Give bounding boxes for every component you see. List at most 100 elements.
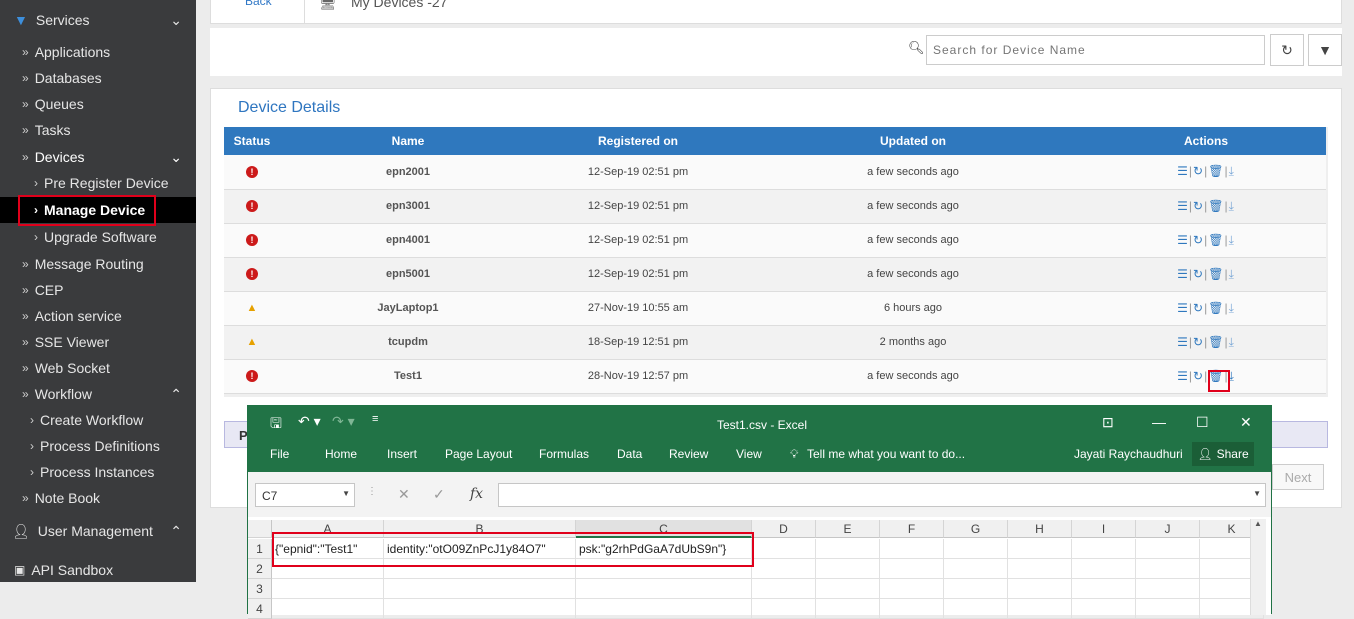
device-name[interactable]: epn2001 <box>280 155 536 190</box>
sidebar-item-upgrade-software[interactable]: › Upgrade Software <box>0 224 196 250</box>
grid-cell[interactable] <box>880 559 944 579</box>
trash-icon[interactable]: 🗑︎ <box>1208 335 1224 349</box>
trash-icon[interactable]: 🗑︎ <box>1208 233 1224 247</box>
sidebar-item-tasks[interactable]: » Tasks <box>0 117 196 143</box>
row-header-4[interactable]: 4 <box>248 599 272 619</box>
sidebar-item-message-routing[interactable]: » Message Routing <box>0 251 196 277</box>
column-header-d[interactable]: D <box>752 520 816 538</box>
customize-icon[interactable]: ≡ <box>372 413 378 425</box>
maximize-icon[interactable]: ☐ <box>1196 414 1209 431</box>
grid-cell[interactable] <box>944 599 1008 619</box>
device-name[interactable]: epn3001 <box>280 189 536 224</box>
device-name[interactable]: JayLaptop1 <box>280 291 536 326</box>
search-input[interactable] <box>926 35 1265 65</box>
vertical-scrollbar[interactable]: ▲ <box>1250 519 1266 615</box>
trash-icon[interactable]: 🗑︎ <box>1208 199 1224 213</box>
list-icon[interactable]: ☰ <box>1177 199 1189 213</box>
device-name[interactable]: epn5001 <box>280 257 536 292</box>
refresh-icon[interactable]: ↻ <box>1193 267 1204 281</box>
refresh-icon[interactable]: ↻ <box>1193 233 1204 247</box>
grid-cell[interactable] <box>1136 559 1200 579</box>
column-header-name[interactable]: Name <box>280 127 536 155</box>
row-header-3[interactable]: 3 <box>248 579 272 599</box>
column-header-updated[interactable]: Updated on <box>740 127 1086 155</box>
sidebar-item-user-management[interactable]: 👤︎ User Management ⌃ <box>0 513 196 549</box>
sidebar-item-databases[interactable]: » Databases <box>0 65 196 91</box>
grid-cell[interactable] <box>880 599 944 619</box>
menu-review[interactable]: Review <box>669 447 708 461</box>
grid-cell[interactable] <box>1072 539 1136 559</box>
device-name[interactable]: epn4001 <box>280 223 536 258</box>
column-header-registered[interactable]: Registered on <box>536 127 740 155</box>
grid-cell[interactable] <box>944 539 1008 559</box>
sidebar-item-process-instances[interactable]: › Process Instances <box>0 459 196 485</box>
grid-cell[interactable] <box>752 579 816 599</box>
list-icon[interactable]: ☰ <box>1177 233 1189 247</box>
column-header-i[interactable]: I <box>1072 520 1136 538</box>
download-icon[interactable]: ⤓ <box>1229 267 1235 281</box>
column-header-status[interactable]: Status <box>224 127 280 155</box>
grid-cell[interactable] <box>1072 599 1136 619</box>
sidebar-item-pre-register-device[interactable]: › Pre Register Device <box>0 170 196 196</box>
grid-cell[interactable] <box>752 559 816 579</box>
sidebar-item-action-service[interactable]: » Action service <box>0 303 196 329</box>
minimize-icon[interactable]: — <box>1152 414 1166 430</box>
grid-cell[interactable] <box>576 599 752 619</box>
sidebar-services-header[interactable]: ▼ Services ⌄ <box>0 2 196 38</box>
grid-cell[interactable] <box>272 579 384 599</box>
column-header-j[interactable]: J <box>1136 520 1200 538</box>
grid-cell[interactable] <box>880 579 944 599</box>
enter-icon[interactable]: ✓ <box>433 486 445 503</box>
grid-cell[interactable] <box>384 579 576 599</box>
select-all-corner[interactable] <box>248 520 272 538</box>
sidebar-item-web-socket[interactable]: » Web Socket <box>0 355 196 381</box>
menu-home[interactable]: Home <box>325 447 357 461</box>
grid-cell[interactable] <box>880 539 944 559</box>
grid-cell[interactable] <box>816 599 880 619</box>
close-icon[interactable]: ✕ <box>1240 414 1252 431</box>
grid-cell[interactable] <box>576 579 752 599</box>
refresh-icon[interactable]: ↻ <box>1193 301 1204 315</box>
grid-cell[interactable] <box>816 539 880 559</box>
grid-cell[interactable] <box>752 599 816 619</box>
trash-icon[interactable]: 🗑︎ <box>1208 164 1224 178</box>
share-button[interactable]: 👤︎ Share <box>1192 442 1254 466</box>
grid-cell[interactable] <box>1136 539 1200 559</box>
refresh-icon[interactable]: ↻ <box>1193 199 1204 213</box>
sidebar-item-process-definitions[interactable]: › Process Definitions <box>0 433 196 459</box>
refresh-icon[interactable]: ↻ <box>1193 369 1204 383</box>
download-icon[interactable]: ⤓ <box>1229 164 1235 178</box>
filter-button[interactable]: ▼ <box>1308 34 1342 66</box>
grid-cell[interactable] <box>816 579 880 599</box>
refresh-icon[interactable]: ↻ <box>1193 164 1204 178</box>
trash-icon[interactable]: 🗑︎ <box>1208 301 1224 315</box>
grid-cell[interactable] <box>1136 579 1200 599</box>
ribbon-display-icon[interactable]: ⊡ <box>1102 414 1114 431</box>
device-name[interactable]: Test1 <box>280 359 536 394</box>
grid-cell[interactable] <box>1136 599 1200 619</box>
menu-page-layout[interactable]: Page Layout <box>445 447 512 461</box>
grid-cell[interactable] <box>816 559 880 579</box>
menu-data[interactable]: Data <box>617 447 642 461</box>
formula-bar[interactable]: ▼ <box>498 483 1266 507</box>
grid-cell[interactable] <box>1072 579 1136 599</box>
download-icon[interactable]: ⤓ <box>1229 199 1235 213</box>
user-name[interactable]: Jayati Raychaudhuri <box>1074 447 1183 461</box>
cancel-icon[interactable]: ✕ <box>398 486 410 503</box>
grid-cell[interactable] <box>944 579 1008 599</box>
device-name[interactable]: tcupdm <box>280 325 536 360</box>
next-button[interactable]: Next <box>1272 464 1324 490</box>
grid-cell[interactable] <box>944 559 1008 579</box>
download-icon[interactable]: ⤓ <box>1229 335 1235 349</box>
list-icon[interactable]: ☰ <box>1177 301 1189 315</box>
menu-insert[interactable]: Insert <box>387 447 417 461</box>
sidebar-item-applications[interactable]: » Applications <box>0 39 196 65</box>
refresh-button[interactable]: ↻ <box>1270 34 1304 66</box>
name-box[interactable]: C7 ▼ <box>255 483 355 507</box>
trash-icon[interactable]: 🗑︎ <box>1208 267 1224 281</box>
refresh-icon[interactable]: ↻ <box>1193 335 1204 349</box>
menu-view[interactable]: View <box>736 447 762 461</box>
row-header-1[interactable]: 1 <box>248 539 272 559</box>
grid-cell[interactable] <box>752 539 816 559</box>
column-header-f[interactable]: F <box>880 520 944 538</box>
